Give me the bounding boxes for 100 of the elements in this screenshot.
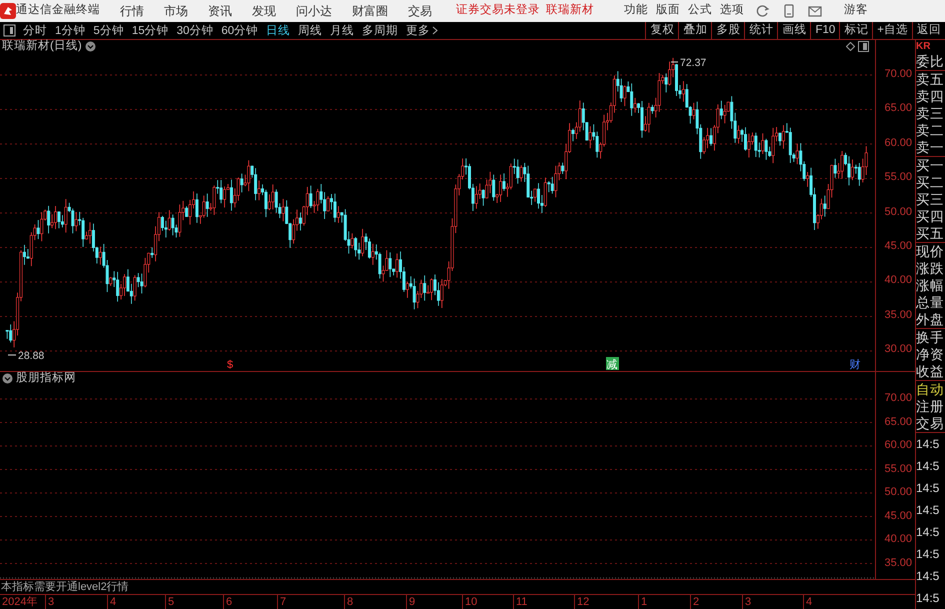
axis-tick-label: 2024年 <box>1 595 38 609</box>
trade-time: 14:5 <box>916 525 940 539</box>
low-price-label: 28.88 <box>18 350 44 362</box>
axis-tick-label: 60.00 <box>884 136 912 150</box>
toolbar-button[interactable]: F10 <box>810 22 840 39</box>
leader-line <box>670 61 678 62</box>
toolbar-button[interactable]: 画线 <box>777 22 810 39</box>
menu-item[interactable]: 公式 <box>688 4 712 18</box>
quote-field-label: 净资 <box>916 347 944 362</box>
quote-field-label: 涨跌 <box>916 261 944 276</box>
diamond-icon[interactable] <box>846 42 855 52</box>
quote-field-label: 卖四 <box>916 89 944 104</box>
period-tab[interactable]: 分时 <box>19 22 51 38</box>
panel-toggle-icon[interactable] <box>3 24 16 37</box>
axis-tick-label: 45.00 <box>884 510 912 523</box>
period-tab[interactable]: 5分钟 <box>89 22 128 38</box>
trade-time: 14:5 <box>916 547 940 561</box>
menu-item[interactable]: 发现 <box>252 4 276 18</box>
axis-tick-label: 50.00 <box>884 486 912 500</box>
menu-item[interactable]: 问小达 <box>296 4 332 18</box>
axis-tick-label: 3 <box>45 595 54 609</box>
axis-tick-label: 50.00 <box>884 206 912 219</box>
period-tab[interactable]: 30分钟 <box>172 22 218 38</box>
quote-field-label: 换手 <box>916 330 944 345</box>
axis-tick-label: 3 <box>742 595 752 609</box>
quote-field-label: 现价 <box>916 244 944 259</box>
dropdown-icon[interactable] <box>84 41 96 52</box>
menu-item[interactable]: 资讯 <box>208 4 232 18</box>
axis-tick-label: 65.00 <box>884 102 912 116</box>
indicator-notice: 本指标需要开通level2行情 <box>1 581 129 593</box>
trade-time: 14:5 <box>916 503 940 517</box>
toolbar-button[interactable]: 标记 <box>839 22 872 39</box>
period-tab[interactable]: 60分钟 <box>217 22 262 38</box>
period-tab[interactable]: 月线 <box>326 22 358 38</box>
user-link[interactable]: 游客 <box>844 4 868 18</box>
period-tab[interactable]: 日线 <box>262 22 294 38</box>
chart-title: 联瑞新材(日线) <box>2 40 82 54</box>
panel-toggle-icon[interactable] <box>858 41 869 52</box>
period-tab[interactable]: 15分钟 <box>128 22 173 38</box>
dropdown-icon[interactable] <box>2 373 13 384</box>
period-tab[interactable]: 多周期 <box>358 22 402 38</box>
high-price-label: 72.37 <box>680 56 706 69</box>
stock-name: 联瑞新材 <box>546 4 594 18</box>
axis-tick-label: 40.00 <box>884 274 912 288</box>
period-tab[interactable]: 1分钟 <box>51 22 90 38</box>
axis-tick-label: 2 <box>690 595 700 609</box>
trade-time: 14:5 <box>916 481 940 495</box>
menu-item[interactable]: 市场 <box>164 4 188 18</box>
quote-field-label: 买二 <box>916 175 944 190</box>
refresh-icon[interactable] <box>756 4 770 18</box>
toolbar-button[interactable]: 返回 <box>912 22 945 39</box>
quote-field-label: 收益 <box>916 364 944 379</box>
quote-field-label: 买五 <box>916 226 944 241</box>
side-link[interactable]: 注册 <box>916 399 944 414</box>
toolbar-button[interactable]: 统计 <box>744 22 778 39</box>
trade-time: 14:5 <box>916 437 940 451</box>
period-tab[interactable]: 周线 <box>294 22 326 38</box>
axis-tick-label: 4 <box>107 595 116 609</box>
mail-icon[interactable] <box>808 5 822 17</box>
menu-item[interactable]: 选项 <box>720 4 744 18</box>
quote-field-label: 委比 <box>916 54 944 69</box>
axis-tick-label: 55.00 <box>884 462 912 476</box>
quote-field-label: 卖三 <box>916 106 944 121</box>
event-marker[interactable]: 财 <box>850 358 860 371</box>
axis-tick-label: 4 <box>803 595 812 609</box>
side-link[interactable]: 交易 <box>916 416 944 431</box>
axis-tick-label: 9 <box>406 595 416 609</box>
axis-tick-label: 45.00 <box>884 240 912 254</box>
event-marker[interactable]: $ <box>226 358 234 371</box>
trade-time: 14:5 <box>916 459 940 473</box>
menu-item[interactable]: 财富圈 <box>352 4 388 18</box>
axis-tick-label: 1 <box>638 595 648 609</box>
login-notice: 证券交易未登录 <box>456 4 540 18</box>
toolbar-button[interactable]: 叠加 <box>678 22 712 39</box>
chevron-right-icon <box>432 26 438 35</box>
menu-item[interactable]: 行情 <box>120 4 144 18</box>
period-tab[interactable]: 更多 <box>402 22 442 38</box>
quote-field-label: 总量 <box>916 295 944 310</box>
menu-item[interactable]: 交易 <box>408 4 432 18</box>
side-link[interactable]: 自动 <box>916 382 944 397</box>
axis-tick-label: 35.00 <box>884 308 912 322</box>
axis-tick-label: 55.00 <box>884 171 912 184</box>
axis-tick-label: 30.00 <box>884 343 912 356</box>
axis-tick-label: 10 <box>462 595 478 609</box>
phone-icon[interactable] <box>784 4 794 18</box>
axis-tick-label: 7 <box>277 595 286 609</box>
menu-item[interactable]: 功能 <box>624 4 648 18</box>
toolbar-button[interactable]: +自选 <box>872 22 912 39</box>
quote-field-label: 涨幅 <box>916 278 944 293</box>
axis-tick-label: 65.00 <box>884 416 912 429</box>
quote-field-label: 外盘 <box>916 312 944 327</box>
stock-code-label: KR <box>916 40 932 53</box>
toolbar-button[interactable]: 复权 <box>645 22 678 39</box>
axis-tick-label: 70.00 <box>884 68 912 82</box>
axis-tick-label: 6 <box>223 595 232 609</box>
indicator-title: 股朋指标网 <box>16 372 76 386</box>
axis-tick-label: 70.00 <box>884 392 912 406</box>
toolbar-button[interactable]: 多股 <box>711 22 744 39</box>
menu-item[interactable]: 版面 <box>656 4 680 18</box>
axis-tick-label: 60.00 <box>884 439 912 452</box>
